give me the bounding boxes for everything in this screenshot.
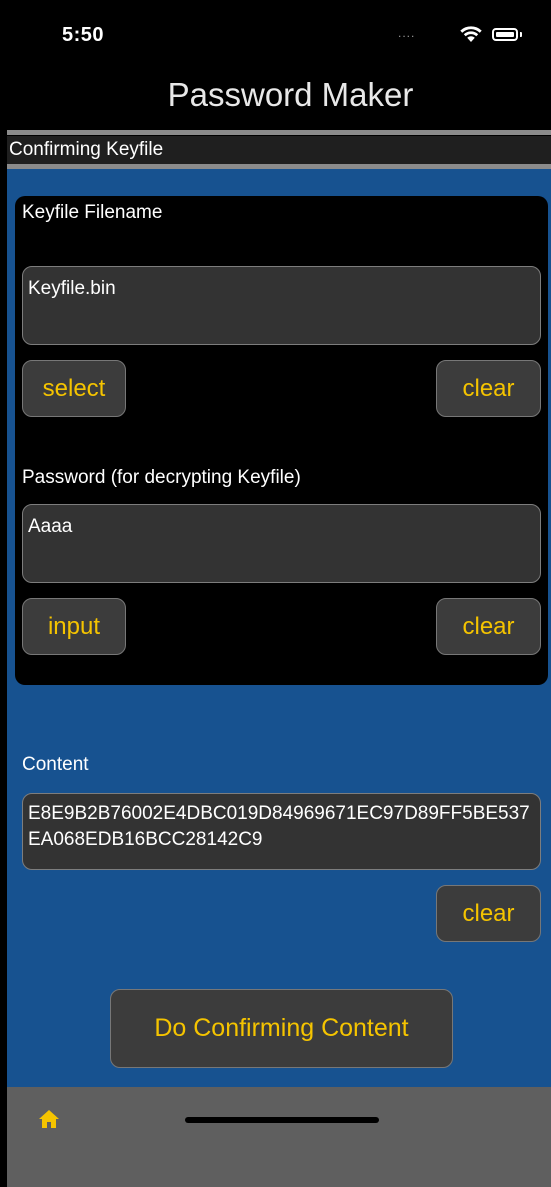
password-label: Password (for decrypting Keyfile) [22, 467, 301, 488]
cellular-signal-icon: .... [398, 26, 416, 40]
input-button[interactable]: input [22, 598, 126, 655]
keyfile-filename-label: Keyfile Filename [22, 202, 163, 223]
wifi-icon [460, 26, 482, 42]
divider [7, 130, 551, 135]
content-clear-button[interactable]: clear [436, 885, 541, 942]
screen-subtitle: Confirming Keyfile [7, 136, 551, 164]
do-confirming-content-button[interactable]: Do Confirming Content [110, 989, 453, 1068]
app-screen: 5:50 .... Password Maker Confirming Keyf… [0, 0, 551, 1187]
status-time: 5:50 [62, 24, 105, 46]
keyfile-clear-button[interactable]: clear [436, 360, 541, 417]
nav-title: Password Maker [167, 76, 414, 113]
battery-nub [520, 32, 522, 37]
tab-bar [7, 1087, 551, 1187]
select-button[interactable]: select [22, 360, 126, 417]
password-clear-button[interactable]: clear [436, 598, 541, 655]
password-field[interactable]: Aaaa [22, 504, 541, 583]
home-icon[interactable] [37, 1107, 61, 1131]
keyfile-filename-field[interactable]: Keyfile.bin [22, 266, 541, 345]
device-frame-edge [0, 0, 7, 1187]
battery-icon [492, 28, 518, 41]
content-label: Content [22, 754, 89, 775]
status-bar: 5:50 .... [0, 0, 551, 70]
home-indicator[interactable] [185, 1117, 379, 1123]
content-field[interactable]: E8E9B2B76002E4DBC019D84969671EC97D89FF5B… [22, 793, 541, 870]
